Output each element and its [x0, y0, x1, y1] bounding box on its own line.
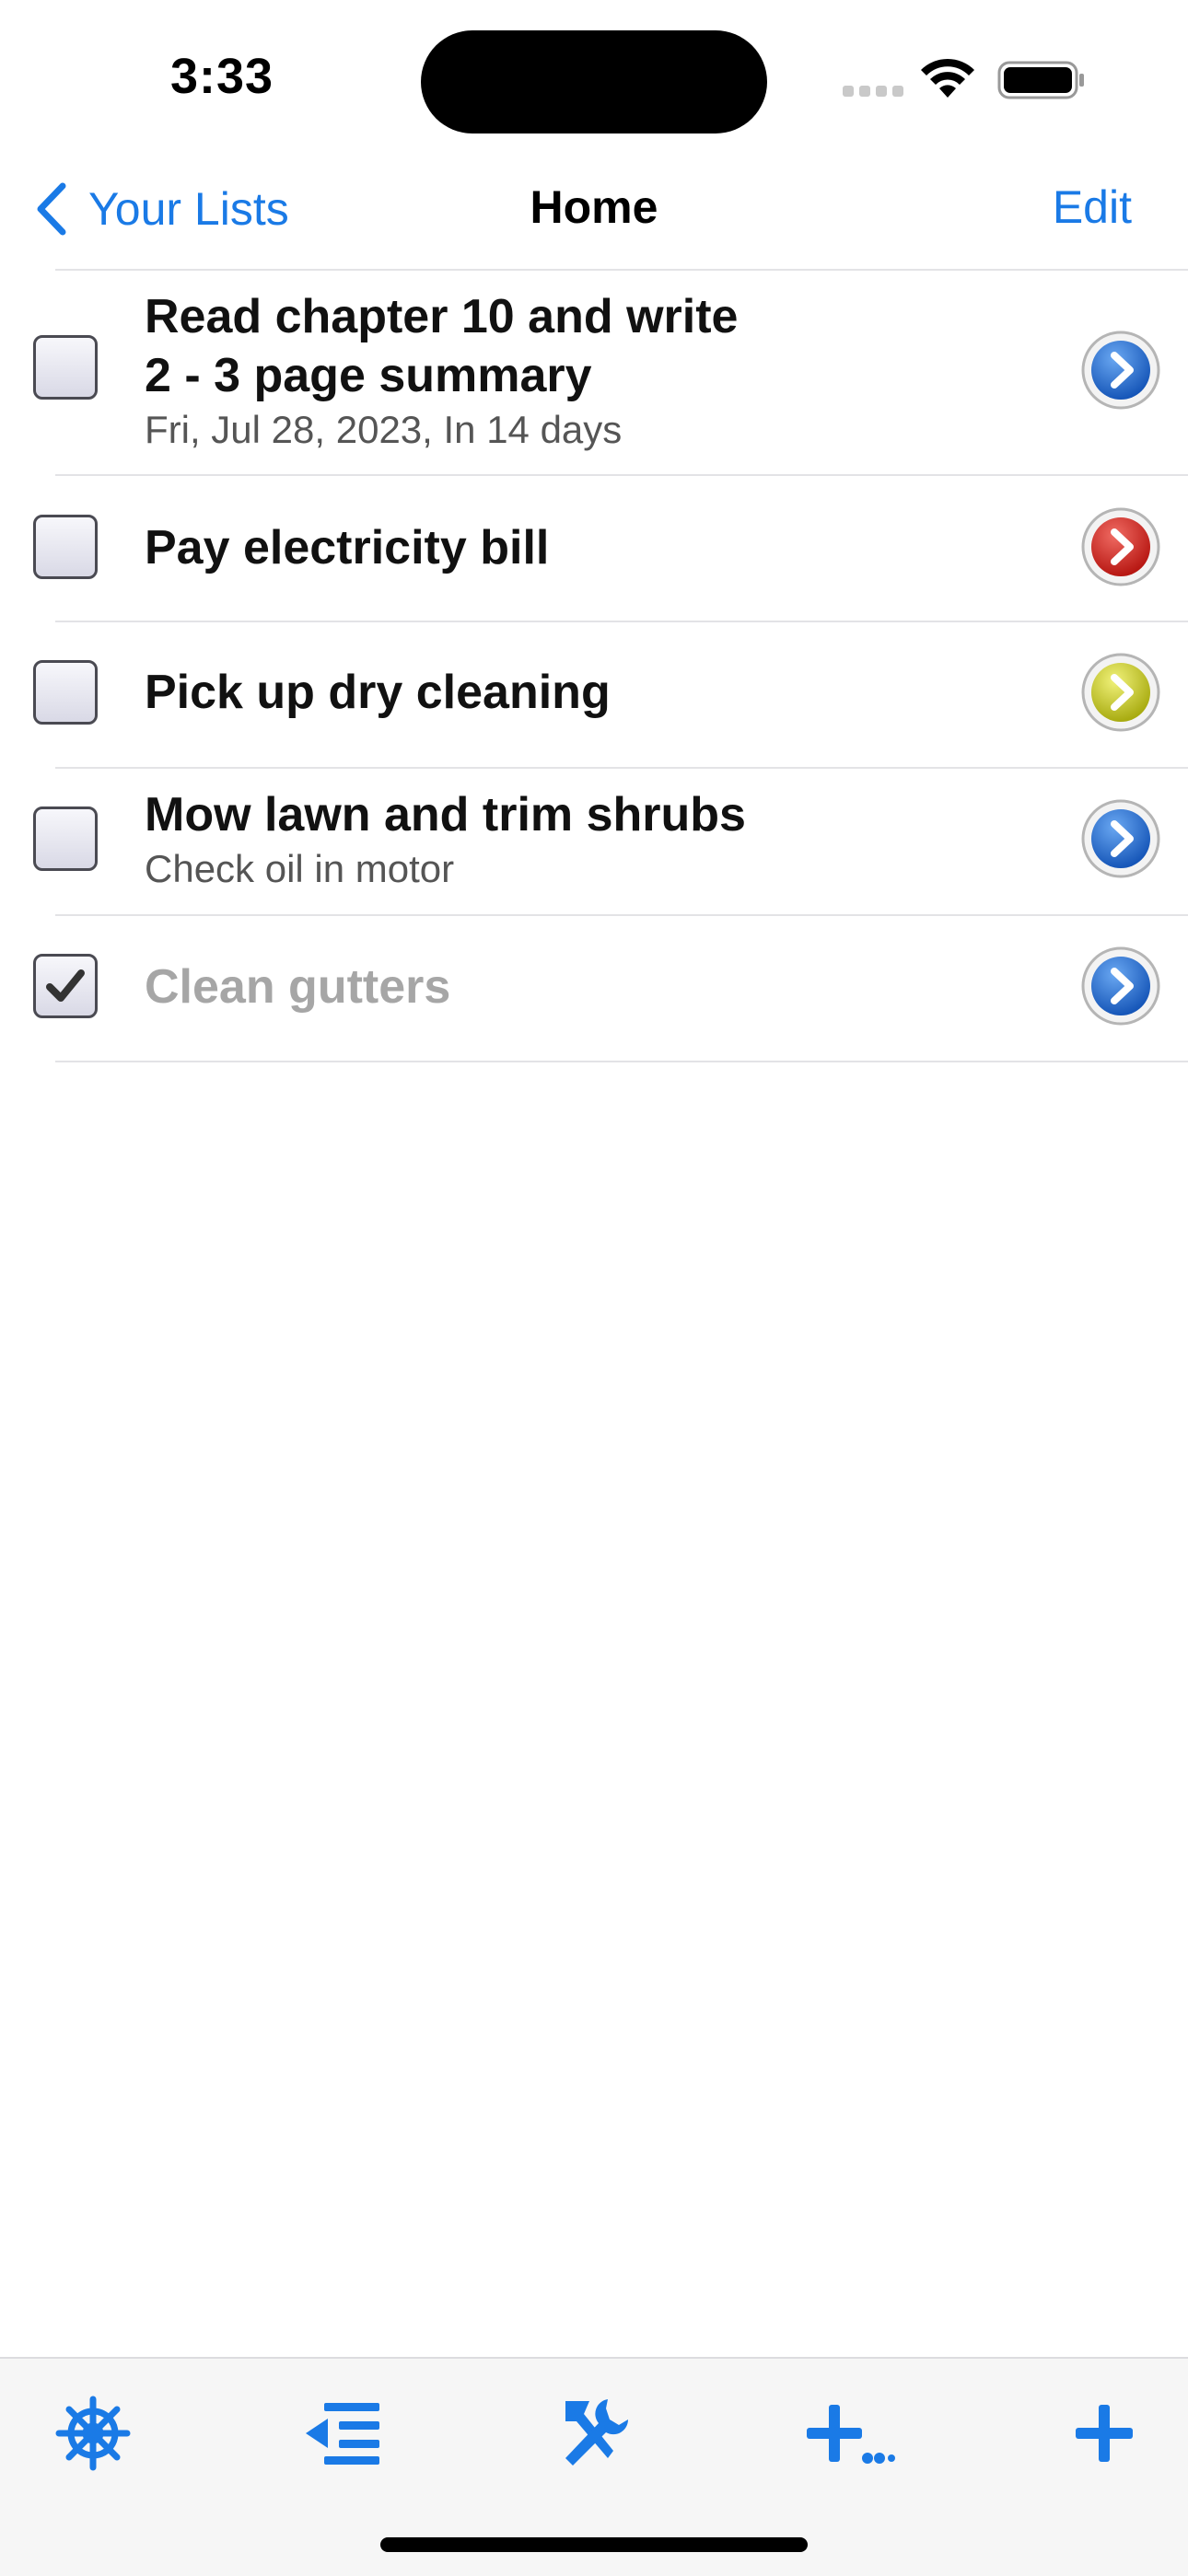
checkbox[interactable]	[33, 335, 98, 400]
list-item[interactable]: Clean gutters	[0, 914, 1188, 1062]
list-item[interactable]: Read chapter 10 and write 2 - 3 page sum…	[0, 269, 1188, 476]
list-item[interactable]: Mow lawn and trim shrubs Check oil in mo…	[0, 767, 1188, 916]
item-title: Clean gutters	[145, 960, 451, 1014]
wifi-icon	[921, 58, 974, 98]
item-title: Mow lawn and trim shrubs	[145, 788, 746, 841]
item-title: Pick up dry cleaning	[145, 666, 611, 719]
add-icon[interactable]	[1074, 2394, 1135, 2473]
list-item[interactable]: Pay electricity bill	[0, 474, 1188, 622]
status-time: 3:33	[170, 49, 274, 104]
checkbox[interactable]	[33, 515, 98, 579]
outdent-list-icon[interactable]	[304, 2394, 381, 2473]
dynamic-island	[421, 30, 767, 133]
detail-arrow-icon[interactable]	[1081, 653, 1160, 732]
page-title: Home	[530, 181, 658, 233]
detail-arrow-icon[interactable]	[1081, 946, 1160, 1026]
battery-icon	[997, 61, 1084, 99]
task-list: Read chapter 10 and write 2 - 3 page sum…	[0, 269, 1188, 1062]
item-title: Read chapter 10 and write 2 - 3 page sum…	[145, 287, 738, 405]
item-title-line: 2 - 3 page summary	[145, 349, 592, 402]
detail-arrow-icon[interactable]	[1081, 331, 1160, 410]
ship-wheel-icon[interactable]	[53, 2394, 133, 2473]
add-multiple-icon[interactable]	[807, 2394, 895, 2473]
detail-arrow-icon[interactable]	[1081, 799, 1160, 878]
checkbox[interactable]	[33, 806, 98, 871]
item-title-line: Read chapter 10 and write	[145, 290, 739, 343]
checkmark-icon	[46, 969, 85, 1002]
tools-icon[interactable]	[553, 2394, 632, 2473]
edit-button[interactable]: Edit	[1053, 180, 1132, 234]
home-indicator	[380, 2537, 808, 2552]
item-title: Pay electricity bill	[145, 521, 550, 574]
checkbox[interactable]	[33, 660, 98, 725]
status-bar: 3:33	[0, 0, 1188, 157]
item-subtitle: Fri, Jul 28, 2023, In 14 days	[145, 408, 623, 451]
cellular-signal-icon	[843, 86, 905, 97]
checkbox-checked[interactable]	[33, 954, 98, 1018]
item-subtitle: Check oil in motor	[145, 847, 455, 890]
detail-arrow-icon[interactable]	[1081, 507, 1160, 586]
list-item[interactable]: Pick up dry cleaning	[0, 621, 1188, 769]
